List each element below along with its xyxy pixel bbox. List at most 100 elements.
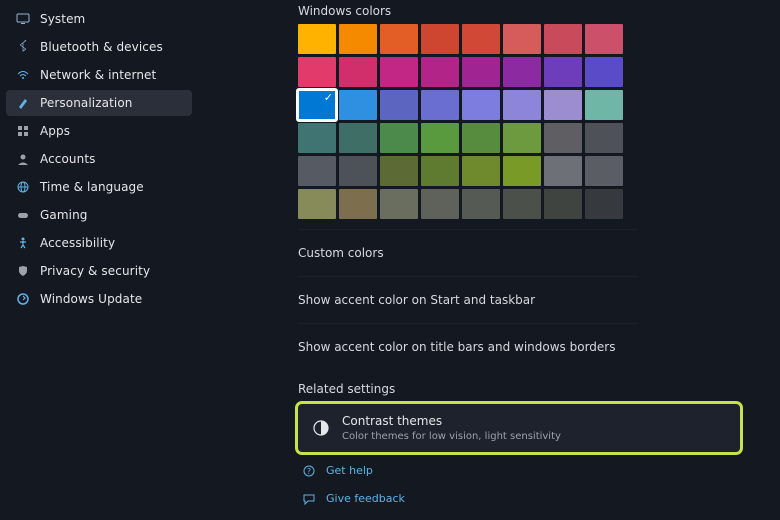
- color-swatch[interactable]: [298, 189, 336, 219]
- contrast-themes-subtitle: Color themes for low vision, light sensi…: [342, 431, 561, 442]
- color-swatch[interactable]: [380, 57, 418, 87]
- contrast-icon: [312, 419, 330, 437]
- color-swatch[interactable]: [339, 24, 377, 54]
- color-swatch[interactable]: [544, 189, 582, 219]
- color-swatch[interactable]: [462, 189, 500, 219]
- sidebar-item-label: Privacy & security: [40, 264, 150, 278]
- sidebar-item-personalization[interactable]: Personalization: [6, 90, 192, 116]
- color-swatch[interactable]: [298, 123, 336, 153]
- main-content: Windows colors Custom colors Show accent…: [198, 0, 780, 520]
- related-settings-section: Related settings Contrast themes Color t…: [298, 382, 780, 508]
- svg-text:?: ?: [307, 467, 311, 476]
- color-swatch[interactable]: [585, 90, 623, 120]
- color-swatch[interactable]: [503, 24, 541, 54]
- color-swatch[interactable]: [339, 156, 377, 186]
- gamepad-icon: [16, 208, 30, 222]
- color-swatch[interactable]: [298, 24, 336, 54]
- color-swatch[interactable]: [503, 123, 541, 153]
- color-swatch[interactable]: [544, 24, 582, 54]
- sidebar-item-label: Personalization: [40, 96, 132, 110]
- color-swatch[interactable]: [298, 156, 336, 186]
- color-swatch[interactable]: [462, 123, 500, 153]
- accessibility-icon: [16, 236, 30, 250]
- color-swatch[interactable]: [585, 57, 623, 87]
- get-help-label: Get help: [326, 464, 373, 477]
- color-swatch[interactable]: [421, 189, 459, 219]
- color-swatch[interactable]: [421, 24, 459, 54]
- color-swatch[interactable]: [380, 156, 418, 186]
- color-swatch[interactable]: [544, 57, 582, 87]
- color-swatch[interactable]: [380, 189, 418, 219]
- contrast-themes-text: Contrast themes Color themes for low vis…: [342, 414, 561, 442]
- color-swatch[interactable]: [585, 24, 623, 54]
- color-swatch[interactable]: [380, 123, 418, 153]
- custom-colors-row[interactable]: Custom colors: [298, 229, 638, 276]
- sidebar-item-label: Gaming: [40, 208, 88, 222]
- globe-icon: [16, 180, 30, 194]
- sidebar-item-label: Accessibility: [40, 236, 115, 250]
- accent-start-row[interactable]: Show accent color on Start and taskbar: [298, 276, 638, 323]
- sidebar-item-accounts[interactable]: Accounts: [6, 146, 192, 172]
- wifi-icon: [16, 68, 30, 82]
- contrast-themes-card[interactable]: Contrast themes Color themes for low vis…: [298, 404, 740, 452]
- windows-colors-heading: Windows colors: [298, 4, 638, 18]
- color-swatch[interactable]: [585, 156, 623, 186]
- monitor-icon: [16, 12, 30, 26]
- color-swatch[interactable]: [544, 90, 582, 120]
- related-settings-heading: Related settings: [298, 382, 780, 396]
- sidebar-item-label: Network & internet: [40, 68, 156, 82]
- color-swatch[interactable]: [462, 90, 500, 120]
- color-swatch[interactable]: [298, 90, 336, 120]
- color-swatch[interactable]: [503, 156, 541, 186]
- color-swatch[interactable]: [462, 24, 500, 54]
- color-swatch[interactable]: [503, 189, 541, 219]
- shield-icon: [16, 264, 30, 278]
- color-swatch[interactable]: [421, 90, 459, 120]
- contrast-themes-title: Contrast themes: [342, 414, 561, 430]
- color-swatch[interactable]: [339, 57, 377, 87]
- color-swatch[interactable]: [585, 189, 623, 219]
- sidebar-item-accessibility[interactable]: Accessibility: [6, 230, 192, 256]
- sidebar-item-label: Windows Update: [40, 292, 142, 306]
- settings-sidebar: System Bluetooth & devices Network & int…: [0, 0, 198, 520]
- get-help-link[interactable]: ? Get help: [298, 462, 780, 480]
- sidebar-item-label: Bluetooth & devices: [40, 40, 163, 54]
- color-swatch[interactable]: [544, 123, 582, 153]
- give-feedback-label: Give feedback: [326, 492, 405, 505]
- color-swatch[interactable]: [462, 156, 500, 186]
- color-swatch[interactable]: [339, 123, 377, 153]
- color-swatch-grid: [298, 24, 638, 219]
- sidebar-item-label: Time & language: [40, 180, 144, 194]
- color-swatch[interactable]: [421, 57, 459, 87]
- color-swatch[interactable]: [544, 156, 582, 186]
- color-swatch[interactable]: [585, 123, 623, 153]
- bluetooth-icon: [16, 40, 30, 54]
- sidebar-item-network[interactable]: Network & internet: [6, 62, 192, 88]
- color-swatch[interactable]: [462, 57, 500, 87]
- color-swatch[interactable]: [339, 189, 377, 219]
- sidebar-item-label: Apps: [40, 124, 70, 138]
- color-swatch[interactable]: [503, 90, 541, 120]
- color-swatch[interactable]: [380, 90, 418, 120]
- color-swatch[interactable]: [503, 57, 541, 87]
- help-icon: ?: [302, 464, 316, 478]
- sidebar-item-windows-update[interactable]: Windows Update: [6, 286, 192, 312]
- color-swatch[interactable]: [380, 24, 418, 54]
- sidebar-item-system[interactable]: System: [6, 6, 192, 32]
- color-swatch[interactable]: [421, 156, 459, 186]
- sidebar-item-privacy[interactable]: Privacy & security: [6, 258, 192, 284]
- update-icon: [16, 292, 30, 306]
- accent-title-row[interactable]: Show accent color on title bars and wind…: [298, 323, 638, 370]
- windows-colors-section: Windows colors: [298, 4, 638, 219]
- sidebar-item-apps[interactable]: Apps: [6, 118, 192, 144]
- color-swatch[interactable]: [298, 57, 336, 87]
- sidebar-item-gaming[interactable]: Gaming: [6, 202, 192, 228]
- color-swatch[interactable]: [339, 90, 377, 120]
- paintbrush-icon: [16, 96, 30, 110]
- sidebar-item-label: System: [40, 12, 85, 26]
- apps-icon: [16, 124, 30, 138]
- sidebar-item-bluetooth[interactable]: Bluetooth & devices: [6, 34, 192, 60]
- color-swatch[interactable]: [421, 123, 459, 153]
- sidebar-item-time-language[interactable]: Time & language: [6, 174, 192, 200]
- give-feedback-link[interactable]: Give feedback: [298, 490, 780, 508]
